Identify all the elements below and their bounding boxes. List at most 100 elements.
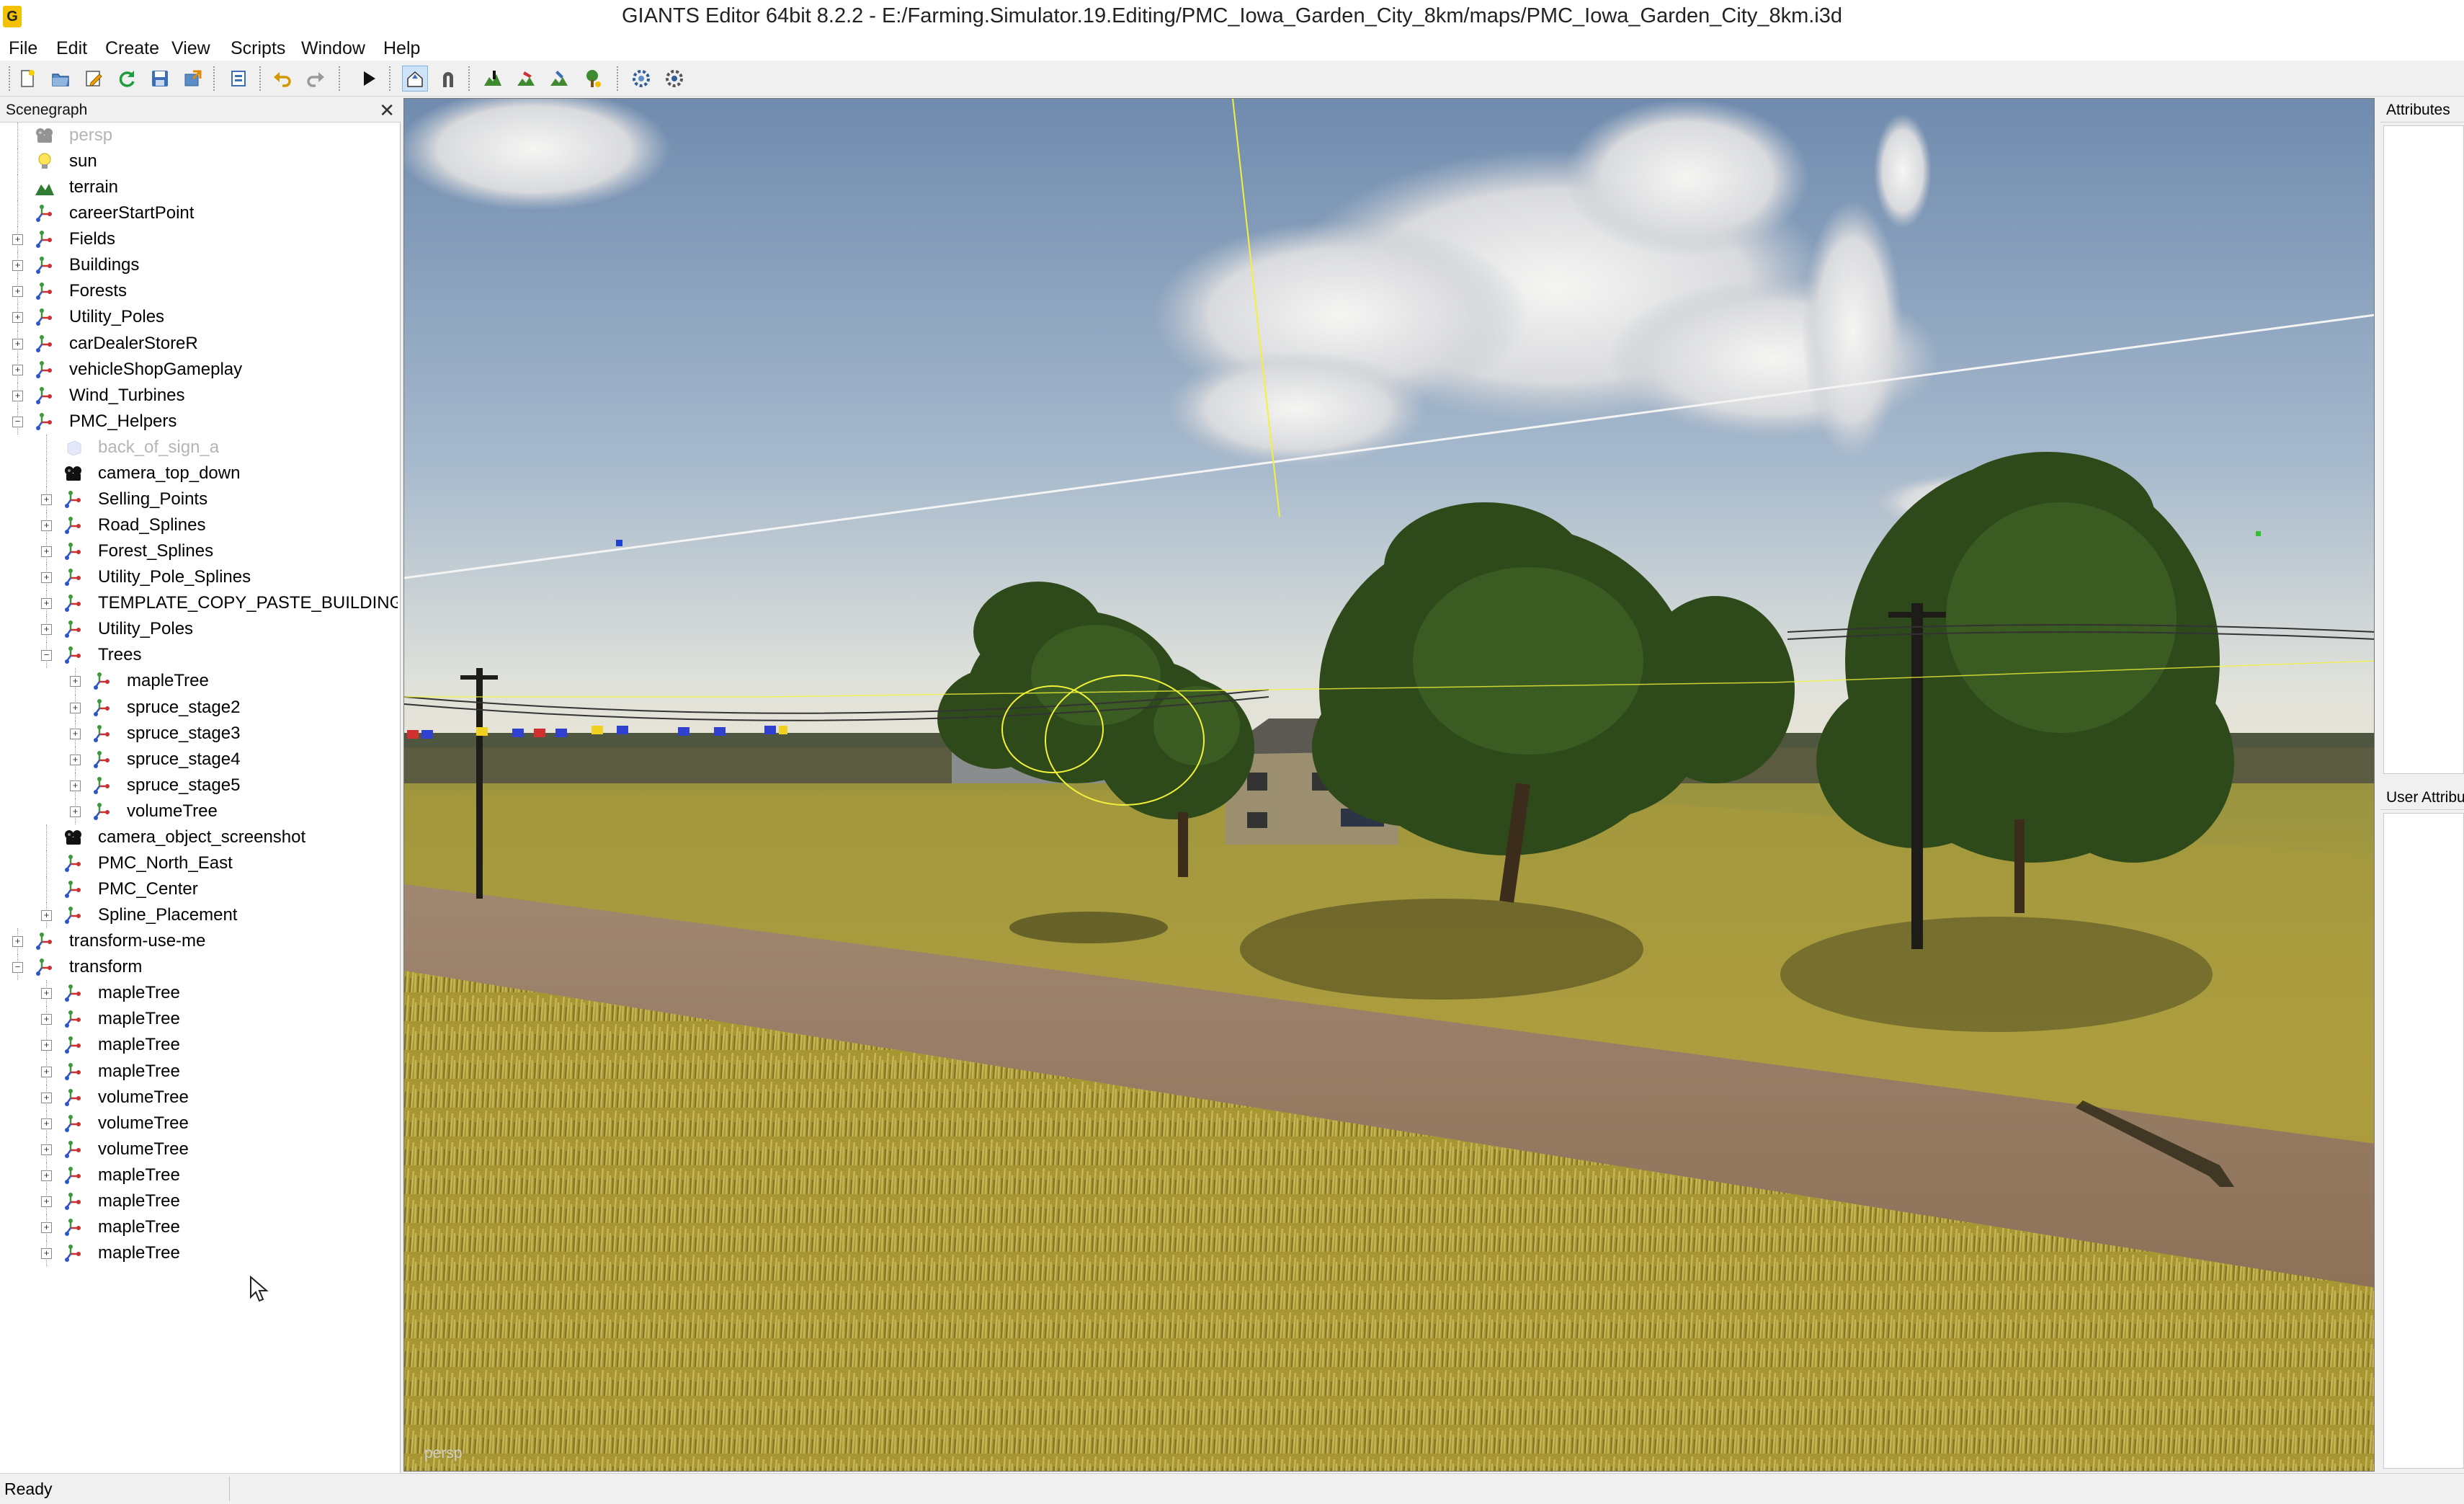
expand-icon[interactable]: + <box>41 572 52 584</box>
scenegraph-node[interactable]: − transform <box>0 954 398 981</box>
expand-icon[interactable]: + <box>12 234 23 246</box>
scenegraph-node[interactable]: + Wind_Turbines <box>0 382 398 409</box>
undo-icon[interactable] <box>269 66 295 92</box>
scenegraph-node[interactable]: + spruce_stage5 <box>0 772 398 798</box>
scenegraph-node[interactable]: + Utility_Poles <box>0 616 398 643</box>
menu-edit[interactable]: Edit <box>56 36 87 61</box>
scenegraph-node[interactable]: + Utility_Poles <box>0 304 398 331</box>
scenegraph-node[interactable]: back_of_sign_a <box>0 434 398 460</box>
menu-window[interactable]: Window <box>301 36 365 61</box>
scenegraph-node[interactable]: camera_top_down <box>0 460 398 486</box>
expand-icon[interactable]: + <box>41 494 52 505</box>
scenegraph-node[interactable]: PMC_Center <box>0 876 398 903</box>
expand-icon[interactable]: + <box>70 780 81 791</box>
scenegraph-tree[interactable]: persp sun terrain careerStartPoint + Fields + B… <box>0 123 398 1470</box>
menu-help[interactable]: Help <box>383 36 420 61</box>
user-attributes-body[interactable] <box>2383 813 2464 1469</box>
expand-icon[interactable]: + <box>12 286 23 298</box>
settings-icon[interactable] <box>628 66 654 92</box>
expand-icon[interactable]: + <box>41 520 52 532</box>
expand-icon[interactable]: + <box>41 1092 52 1103</box>
scenegraph-node[interactable]: + spruce_stage3 <box>0 720 398 747</box>
expand-icon[interactable]: + <box>41 598 52 610</box>
scenegraph-node[interactable]: sun <box>0 148 398 175</box>
scenegraph-node[interactable]: + Fields <box>0 226 398 253</box>
scenegraph-node[interactable]: − PMC_Helpers <box>0 408 398 435</box>
menu-view[interactable]: View <box>171 36 210 61</box>
place-object-icon[interactable] <box>579 66 605 92</box>
scenegraph-node[interactable]: + Selling_Points <box>0 486 398 513</box>
expand-icon[interactable]: + <box>12 936 23 948</box>
scenegraph-node[interactable]: + volumeTree <box>0 1110 398 1136</box>
scenegraph-node[interactable]: + mapleTree <box>0 1188 398 1214</box>
scenegraph-node[interactable]: + Spline_Placement <box>0 902 398 929</box>
scenegraph-node[interactable]: + mapleTree <box>0 1006 398 1033</box>
scenegraph-node[interactable]: terrain <box>0 174 398 201</box>
expand-icon[interactable]: + <box>41 1118 52 1129</box>
paint-icon[interactable] <box>513 66 539 92</box>
expand-icon[interactable]: + <box>12 364 23 375</box>
render-settings-icon[interactable] <box>661 66 687 92</box>
scenegraph-node[interactable]: − Trees <box>0 642 398 669</box>
3d-viewport[interactable]: persp <box>403 98 2375 1472</box>
expand-icon[interactable]: + <box>41 1040 52 1051</box>
export-icon[interactable] <box>180 66 206 92</box>
scenegraph-node[interactable]: + carDealerStoreR <box>0 330 398 357</box>
import-icon[interactable] <box>226 66 252 92</box>
close-icon[interactable]: ✕ <box>379 99 395 122</box>
scenegraph-node[interactable]: + TEMPLATE_COPY_PASTE_BUILDINGS <box>0 590 398 617</box>
scenegraph-node[interactable]: + mapleTree <box>0 1162 398 1188</box>
redo-icon[interactable] <box>303 66 329 92</box>
expand-icon[interactable]: + <box>70 806 81 817</box>
menu-create[interactable]: Create <box>105 36 159 61</box>
snap-icon[interactable] <box>435 66 461 92</box>
expand-icon[interactable]: + <box>41 1222 52 1233</box>
expand-icon[interactable]: + <box>70 728 81 739</box>
expand-icon[interactable]: + <box>41 1170 52 1181</box>
scenegraph-node[interactable]: + spruce_stage2 <box>0 694 398 721</box>
terrain-sculpt-icon[interactable] <box>480 66 506 92</box>
expand-icon[interactable]: + <box>12 338 23 350</box>
scenegraph-node[interactable]: + mapleTree <box>0 1214 398 1240</box>
select-mode-icon[interactable] <box>402 66 428 92</box>
scenegraph-node[interactable]: + Buildings <box>0 252 398 279</box>
scenegraph-node[interactable]: + vehicleShopGameplay <box>0 356 398 383</box>
expand-icon[interactable]: + <box>41 624 52 636</box>
scenegraph-node[interactable]: careerStartPoint <box>0 200 398 227</box>
scenegraph-node[interactable]: + mapleTree <box>0 668 398 695</box>
scenegraph-node[interactable]: + Forest_Splines <box>0 538 398 565</box>
expand-icon[interactable]: + <box>41 1196 52 1207</box>
expand-icon[interactable]: + <box>12 390 23 401</box>
attributes-body[interactable] <box>2383 125 2464 774</box>
collapse-icon[interactable]: − <box>12 962 23 974</box>
expand-icon[interactable]: + <box>41 1014 52 1025</box>
scenegraph-node[interactable]: camera_object_screenshot <box>0 824 398 850</box>
expand-icon[interactable]: + <box>12 260 23 272</box>
expand-icon[interactable]: + <box>41 1066 52 1077</box>
scenegraph-node[interactable]: + spruce_stage4 <box>0 746 398 773</box>
expand-icon[interactable]: + <box>41 988 52 1000</box>
expand-icon[interactable]: + <box>41 910 52 922</box>
foliage-paint-icon[interactable] <box>546 66 572 92</box>
expand-icon[interactable]: + <box>12 312 23 324</box>
expand-icon[interactable]: + <box>70 702 81 713</box>
collapse-icon[interactable]: − <box>12 416 23 427</box>
scenegraph-node[interactable]: + volumeTree <box>0 1136 398 1162</box>
scenegraph-node[interactable]: persp <box>0 123 398 149</box>
scenegraph-node[interactable]: + mapleTree <box>0 1032 398 1059</box>
open-file-icon[interactable] <box>48 66 73 92</box>
scenegraph-node[interactable]: + volumeTree <box>0 1084 398 1111</box>
expand-icon[interactable]: + <box>41 1248 52 1259</box>
scenegraph-node[interactable]: + mapleTree <box>0 1240 398 1267</box>
edit-icon[interactable] <box>81 66 107 92</box>
expand-icon[interactable]: + <box>41 1144 52 1155</box>
scenegraph-node[interactable]: + Road_Splines <box>0 512 398 539</box>
new-file-icon[interactable] <box>14 66 40 92</box>
expand-icon[interactable]: + <box>41 546 52 558</box>
scenegraph-node[interactable]: + volumeTree <box>0 798 398 824</box>
menu-file[interactable]: File <box>9 36 37 61</box>
scenegraph-node[interactable]: + Utility_Pole_Splines <box>0 564 398 591</box>
play-icon[interactable] <box>356 66 382 92</box>
save-icon[interactable] <box>147 66 173 92</box>
scenegraph-node[interactable]: + Forests <box>0 278 398 305</box>
